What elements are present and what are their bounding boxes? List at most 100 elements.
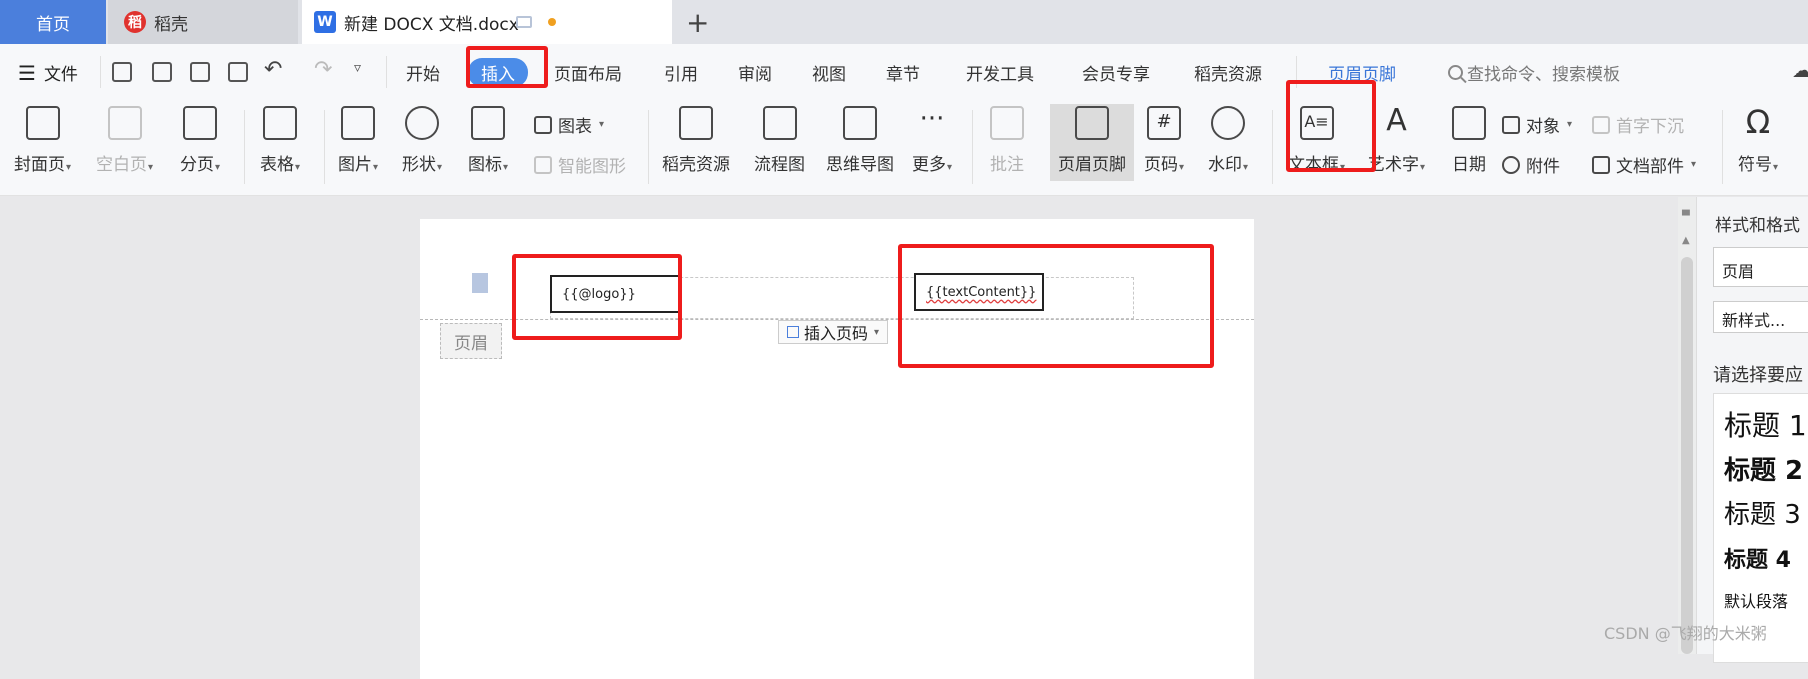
picture-label: 图片 [338, 155, 372, 175]
insert-page-number-button[interactable]: 插入页码 ▾ [778, 320, 889, 344]
styles-pane: 样式和格式 页眉 新样式... 请选择要应 标题 1 标题 2 标题 3 标题 … [1696, 197, 1808, 663]
scroll-top-icon[interactable]: ▀ [1682, 211, 1690, 222]
comment-button[interactable]: 批注 [990, 106, 1024, 175]
flowchart-icon [762, 106, 797, 140]
flowchart-button[interactable]: 流程图 [754, 106, 805, 175]
export-icon[interactable] [152, 62, 172, 82]
cover-page-button[interactable]: 封面页▾ [14, 106, 71, 175]
scrollbar-thumb[interactable] [1681, 257, 1693, 654]
scroll-up-icon[interactable]: ▲ [1682, 235, 1690, 246]
page-number-button[interactable]: # 页码▾ [1144, 106, 1184, 175]
tab-home-label: 首页 [36, 14, 70, 35]
header-footer-icon [1075, 106, 1109, 140]
menu-view[interactable]: 视图 [812, 60, 846, 85]
divider [386, 56, 387, 88]
style-heading-4[interactable]: 标题 4 [1724, 542, 1791, 574]
drop-cap-button[interactable]: 首字下沉 [1592, 112, 1684, 137]
shape-label: 形状 [402, 155, 436, 175]
insert-page-number-label: 插入页码 [804, 324, 869, 343]
add-tab-button[interactable]: + [686, 6, 709, 39]
doc-parts-button[interactable]: 文档部件 ▾ [1592, 152, 1696, 177]
mindmap-label: 思维导图 [826, 155, 894, 175]
symbol-button[interactable]: Ω 符号▾ [1738, 106, 1778, 175]
smart-art-button[interactable]: 智能图形 [534, 152, 626, 177]
tab-home[interactable]: 首页 [0, 0, 106, 44]
menu-page-layout[interactable]: 页面布局 [554, 60, 622, 85]
menu-review[interactable]: 审阅 [738, 60, 772, 85]
csdn-watermark: CSDN @飞翔的大米粥 [1604, 624, 1767, 643]
blank-page-icon [107, 106, 142, 140]
tab-daoke[interactable]: 稻 稻壳 [108, 0, 298, 44]
watermark-label: 水印 [1208, 155, 1242, 175]
menu-member[interactable]: 会员专享 [1082, 60, 1150, 85]
style-heading-3[interactable]: 标题 3 [1724, 494, 1801, 531]
current-style-field[interactable]: 页眉 [1713, 247, 1808, 287]
redo-icon[interactable]: ↷ [314, 57, 332, 82]
attachment-label: 附件 [1526, 157, 1560, 177]
blank-page-button[interactable]: 空白页▾ [96, 106, 153, 175]
menu-daoke-resources[interactable]: 稻壳资源 [1194, 60, 1262, 85]
date-button[interactable]: 日期 [1452, 106, 1486, 175]
date-label: 日期 [1452, 155, 1486, 175]
new-style-label: 新样式... [1722, 311, 1786, 330]
customize-toolbar-icon[interactable]: ▿ [354, 60, 361, 76]
command-search[interactable]: 查找命令、搜索模板 [1448, 60, 1620, 85]
page-number-icon: # [1147, 106, 1182, 140]
vertical-scrollbar[interactable]: ▀ ▲ [1678, 197, 1696, 654]
search-icon [1448, 65, 1463, 80]
menu-references[interactable]: 引用 [664, 60, 698, 85]
tab-document-label: 新建 DOCX 文档.docx [344, 14, 519, 35]
paperclip-icon [1502, 155, 1520, 174]
header-label-text: 页眉 [454, 333, 488, 354]
menu-developer[interactable]: 开发工具 [966, 60, 1034, 85]
style-heading-2[interactable]: 标题 2 [1724, 450, 1803, 487]
page-break-button[interactable]: 分页▾ [180, 106, 220, 175]
style-default-paragraph[interactable]: 默认段落 [1724, 588, 1788, 612]
title-tab-bar: 首页 稻 稻壳 W 新建 DOCX 文档.docx + [0, 0, 1808, 44]
picture-button[interactable]: 图片▾ [338, 106, 378, 175]
more-label: 更多 [912, 155, 946, 175]
undo-icon[interactable]: ↶ [264, 57, 282, 82]
attachment-button[interactable]: 附件 [1502, 152, 1560, 177]
daoke-resources-button[interactable]: 稻壳资源 [662, 106, 730, 175]
header-footer-label: 页眉页脚 [1058, 155, 1126, 175]
bar-chart-icon [534, 115, 552, 134]
unsaved-dot-icon [548, 18, 556, 26]
cover-page-label: 封面页 [14, 155, 65, 175]
tab-document[interactable]: W 新建 DOCX 文档.docx [302, 0, 672, 44]
menu-chapter[interactable]: 章节 [886, 60, 920, 85]
calendar-icon [1452, 106, 1486, 140]
file-menu[interactable]: ☰ 文件 [18, 60, 78, 86]
annotation-box-insert-tab [466, 46, 548, 88]
picture-icon [341, 106, 376, 140]
divider [648, 110, 649, 184]
blank-page-label: 空白页 [96, 155, 147, 175]
header-options-icon[interactable] [472, 273, 488, 293]
shape-button[interactable]: 形状▾ [402, 106, 442, 175]
style-heading-1[interactable]: 标题 1 [1724, 404, 1807, 444]
save-icon[interactable] [112, 62, 132, 82]
table-button[interactable]: 表格▾ [260, 106, 300, 175]
monitor-icon[interactable] [516, 16, 532, 28]
mindmap-button[interactable]: 思维导图 [826, 106, 894, 175]
chart-button[interactable]: 图表 ▾ [534, 112, 604, 137]
doc-parts-label: 文档部件 [1616, 157, 1684, 177]
icon-button[interactable]: 图标▾ [468, 106, 508, 175]
new-style-button[interactable]: 新样式... [1713, 301, 1808, 333]
annotation-box-textbox [1286, 80, 1376, 172]
watermark-button[interactable]: 水印▾ [1208, 106, 1248, 175]
mindmap-icon [843, 106, 877, 140]
header-label-tag: 页眉 [440, 323, 502, 359]
cloud-icon[interactable]: ☁ [1792, 58, 1808, 82]
more-button[interactable]: ··· 更多▾ [912, 106, 952, 175]
annotation-box-text-field [898, 244, 1214, 368]
more-dots-icon: ··· [919, 104, 945, 134]
doc-parts-icon [1592, 155, 1610, 174]
object-button[interactable]: 对象 ▾ [1502, 112, 1572, 137]
header-footer-button[interactable]: 页眉页脚 [1050, 104, 1134, 181]
wordart-button[interactable]: A 艺术字▾ [1368, 106, 1425, 176]
print-preview-icon[interactable] [228, 62, 248, 82]
menu-start[interactable]: 开始 [406, 60, 440, 85]
drop-cap-label: 首字下沉 [1616, 117, 1684, 137]
print-icon[interactable] [190, 62, 210, 82]
